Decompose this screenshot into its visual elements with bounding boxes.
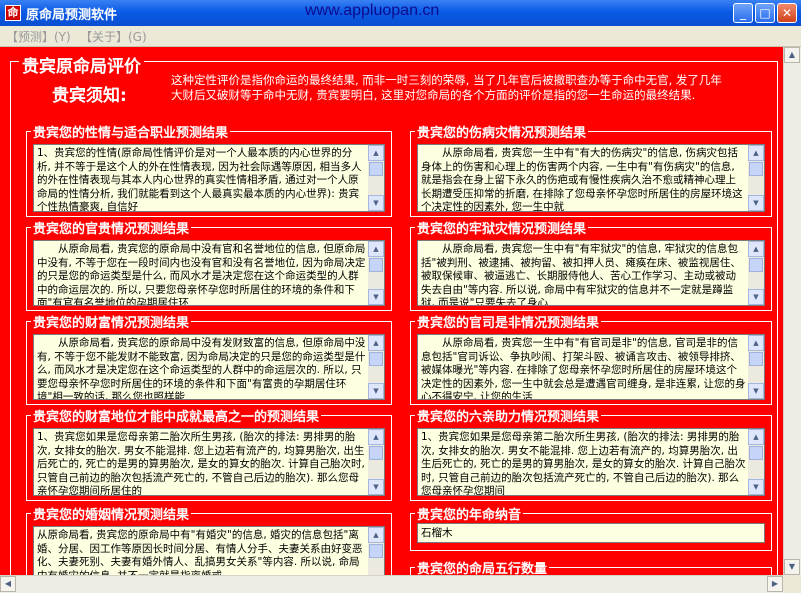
panel-title: 贵宾您的财富情况预测结果 xyxy=(31,312,192,331)
scroll-thumb[interactable] xyxy=(369,544,383,558)
window-horizontal-scrollbar[interactable]: ◀ ▶ xyxy=(0,575,783,593)
panel-title: 贵宾您的命局五行数量 xyxy=(415,558,550,575)
nayin-value: 石榴木 xyxy=(421,527,453,539)
scroll-down-icon[interactable]: ▼ xyxy=(368,195,384,211)
textbox-scrollbar[interactable]: ▲ ▼ xyxy=(368,429,384,495)
panel-five-elements: 贵宾您的命局五行数量 xyxy=(410,558,772,575)
menu-bar: 【预测】(Y) 【关于】(G) xyxy=(0,26,801,47)
textbox-scrollbar[interactable]: ▲ ▼ xyxy=(748,145,764,211)
result-text: 从原命局看, 贵宾您的原命局中没有发财致富的信息, 但原命局中没有, 不等于您不… xyxy=(37,337,366,400)
result-text: 1、贵宾您的性情(原命局性情评价是对一个人最本质的内心世界的分析, 并不等于是这… xyxy=(37,147,362,212)
panel-title: 贵宾您的年命纳音 xyxy=(415,504,524,523)
scroll-up-icon[interactable]: ▲ xyxy=(368,335,384,351)
nayin-field[interactable]: 石榴木 xyxy=(417,523,765,543)
result-text: 从原命局看, 贵宾您的原命局中没有官和名誉地位的信息, 但原命局中没有, 不等于… xyxy=(37,243,366,306)
menu-predict[interactable]: 【预测】(Y) xyxy=(6,28,71,45)
scroll-down-icon[interactable]: ▼ xyxy=(748,383,764,399)
panel-lawsuit: 贵宾您的官司是非情况预测结果 从原命局看, 贵宾您一生中有"有官司是非"的信息,… xyxy=(410,312,772,405)
scroll-down-icon[interactable]: ▼ xyxy=(748,289,764,305)
result-textbox[interactable]: 1、贵宾您如果是您母亲第二胎次所生男孩, (胎次的排法: 男排男的胎次, 女排女… xyxy=(33,428,385,496)
panel-official: 贵宾您的官贵情况预测结果 从原命局看, 贵宾您的原命局中没有官和名誉地位的信息,… xyxy=(26,218,392,311)
textbox-scrollbar[interactable]: ▲ ▼ xyxy=(368,145,384,211)
scroll-up-icon[interactable]: ▲ xyxy=(748,335,764,351)
result-textbox[interactable]: 从原命局看, 贵宾您一生中有"有大的伤病灾"的信息, 伤病灾包括身体上的伤害和心… xyxy=(417,144,765,212)
result-textbox[interactable]: 从原命局看, 贵宾您的原命局中有"有婚灾"的信息, 婚灾的信息包括"离婚、分居、… xyxy=(33,526,385,575)
result-textbox[interactable]: 从原命局看, 贵宾您一生中有"有官司是非"的信息, 官司是非的信息包括"官司诉讼… xyxy=(417,334,765,400)
textbox-scrollbar[interactable]: ▲ ▼ xyxy=(748,429,764,495)
notice-text: 这种定性评价是指你命运的最终结果, 而非一时三刻的荣辱, 当了几年官后被撤职查办… xyxy=(171,73,722,102)
result-textbox[interactable]: 从原命局看, 贵宾您的原命局中没有发财致富的信息, 但原命局中没有, 不等于您不… xyxy=(33,334,385,400)
result-text: 从原命局看, 贵宾您一生中有"有官司是非"的信息, 官司是非的信息包括"官司诉讼… xyxy=(421,337,746,400)
panel-title: 贵宾您的六亲助力情况预测结果 xyxy=(415,406,602,425)
scroll-down-icon[interactable]: ▼ xyxy=(368,479,384,495)
menu-about[interactable]: 【关于】(G) xyxy=(80,28,147,45)
scroll-down-icon[interactable]: ▼ xyxy=(368,289,384,305)
url-banner: www.appluopan.cn xyxy=(305,2,440,19)
panel-nayin: 贵宾您的年命纳音 石榴木 xyxy=(410,504,772,551)
result-textbox[interactable]: 1、贵宾您如果是您母亲第二胎次所生男孩, (胎次的排法: 男排男的胎次, 女排女… xyxy=(417,428,765,496)
window-title: 原命局预测软件 xyxy=(26,8,118,23)
scroll-up-icon[interactable]: ▲ xyxy=(748,429,764,445)
panel-achievement: 贵宾您的财富地位才能中成就最高之一的预测结果 1、贵宾您如果是您母亲第二胎次所生… xyxy=(26,406,392,501)
panel-title: 贵宾您的官贵情况预测结果 xyxy=(31,218,192,237)
scroll-thumb[interactable] xyxy=(369,446,383,460)
result-textbox[interactable]: 1、贵宾您的性情(原命局性情评价是对一个人最本质的内心世界的分析, 并不等于是这… xyxy=(33,144,385,212)
scroll-thumb[interactable] xyxy=(369,352,383,366)
main-content: 贵宾原命局评价 贵宾须知: 这种定性评价是指你命运的最终结果, 而非一时三刻的荣… xyxy=(0,47,783,575)
title-bar: 命 原命局预测软件 www.appluopan.cn _ □ ✕ xyxy=(0,0,801,26)
scroll-thumb[interactable] xyxy=(369,258,383,272)
scroll-up-icon[interactable]: ▲ xyxy=(368,429,384,445)
result-text: 从原命局看, 贵宾您一生中有"有大的伤病灾"的信息, 伤病灾包括身体上的伤害和心… xyxy=(421,147,743,212)
notice-label: 贵宾须知: xyxy=(52,86,127,106)
result-text: 从原命局看, 贵宾您一生中有"有牢狱灾"的信息, 牢狱灾的信息包括"被判刑、被逮… xyxy=(421,243,741,306)
scroll-up-icon[interactable]: ▲ xyxy=(784,47,800,63)
textbox-scrollbar[interactable]: ▲ ▼ xyxy=(368,527,384,575)
scrollbar-corner xyxy=(783,575,801,593)
scroll-down-icon[interactable]: ▼ xyxy=(748,195,764,211)
scroll-thumb[interactable] xyxy=(749,162,763,176)
frame-title: 贵宾原命局评价 xyxy=(19,52,144,77)
scroll-thumb[interactable] xyxy=(749,446,763,460)
panel-personality: 贵宾您的性情与适合职业预测结果 1、贵宾您的性情(原命局性情评价是对一个人最本质… xyxy=(26,122,392,217)
panel-title: 贵宾您的伤病灾情况预测结果 xyxy=(415,122,589,141)
result-textbox[interactable]: 从原命局看, 贵宾您一生中有"有牢狱灾"的信息, 牢狱灾的信息包括"被判刑、被逮… xyxy=(417,240,765,306)
scroll-up-icon[interactable]: ▲ xyxy=(368,527,384,543)
panel-prison: 贵宾您的牢狱灾情况预测结果 从原命局看, 贵宾您一生中有"有牢狱灾"的信息, 牢… xyxy=(410,218,772,311)
textbox-scrollbar[interactable]: ▲ ▼ xyxy=(748,335,764,399)
scroll-down-icon[interactable]: ▼ xyxy=(368,383,384,399)
panel-title: 贵宾您的性情与适合职业预测结果 xyxy=(31,122,231,141)
scroll-thumb[interactable] xyxy=(369,162,383,176)
panel-title: 贵宾您的财富地位才能中成就最高之一的预测结果 xyxy=(31,406,322,425)
panel-title: 贵宾您的官司是非情况预测结果 xyxy=(415,312,602,331)
result-textbox[interactable]: 从原命局看, 贵宾您的原命局中没有官和名誉地位的信息, 但原命局中没有, 不等于… xyxy=(33,240,385,306)
panel-title: 贵宾您的牢狱灾情况预测结果 xyxy=(415,218,589,237)
scroll-left-icon[interactable]: ◀ xyxy=(0,576,16,592)
minimize-button[interactable]: _ xyxy=(733,3,753,23)
panel-injury: 贵宾您的伤病灾情况预测结果 从原命局看, 贵宾您一生中有"有大的伤病灾"的信息,… xyxy=(410,122,772,217)
textbox-scrollbar[interactable]: ▲ ▼ xyxy=(748,241,764,305)
textbox-scrollbar[interactable]: ▲ ▼ xyxy=(368,335,384,399)
scroll-down-icon[interactable]: ▼ xyxy=(784,559,800,575)
panel-family-support: 贵宾您的六亲助力情况预测结果 1、贵宾您如果是您母亲第二胎次所生男孩, (胎次的… xyxy=(410,406,772,501)
result-text: 1、贵宾您如果是您母亲第二胎次所生男孩, (胎次的排法: 男排男的胎次, 女排女… xyxy=(421,431,746,496)
result-text: 从原命局看, 贵宾您的原命局中有"有婚灾"的信息, 婚灾的信息包括"离婚、分居、… xyxy=(37,529,363,575)
maximize-button[interactable]: □ xyxy=(755,3,775,23)
scroll-up-icon[interactable]: ▲ xyxy=(748,241,764,257)
textbox-scrollbar[interactable]: ▲ ▼ xyxy=(368,241,384,305)
scroll-up-icon[interactable]: ▲ xyxy=(368,145,384,161)
panel-marriage: 贵宾您的婚姻情况预测结果 从原命局看, 贵宾您的原命局中有"有婚灾"的信息, 婚… xyxy=(26,504,392,575)
scroll-thumb[interactable] xyxy=(749,352,763,366)
panel-title: 贵宾您的婚姻情况预测结果 xyxy=(31,504,192,523)
scroll-right-icon[interactable]: ▶ xyxy=(767,576,783,592)
scroll-up-icon[interactable]: ▲ xyxy=(368,241,384,257)
scroll-down-icon[interactable]: ▼ xyxy=(748,479,764,495)
scroll-up-icon[interactable]: ▲ xyxy=(748,145,764,161)
app-icon: 命 xyxy=(5,5,21,21)
panel-wealth: 贵宾您的财富情况预测结果 从原命局看, 贵宾您的原命局中没有发财致富的信息, 但… xyxy=(26,312,392,405)
close-button[interactable]: ✕ xyxy=(777,3,797,23)
result-text: 1、贵宾您如果是您母亲第二胎次所生男孩, (胎次的排法: 男排男的胎次, 女排女… xyxy=(37,431,369,496)
window-vertical-scrollbar[interactable]: ▲ ▼ xyxy=(783,47,801,575)
scroll-thumb[interactable] xyxy=(749,258,763,272)
